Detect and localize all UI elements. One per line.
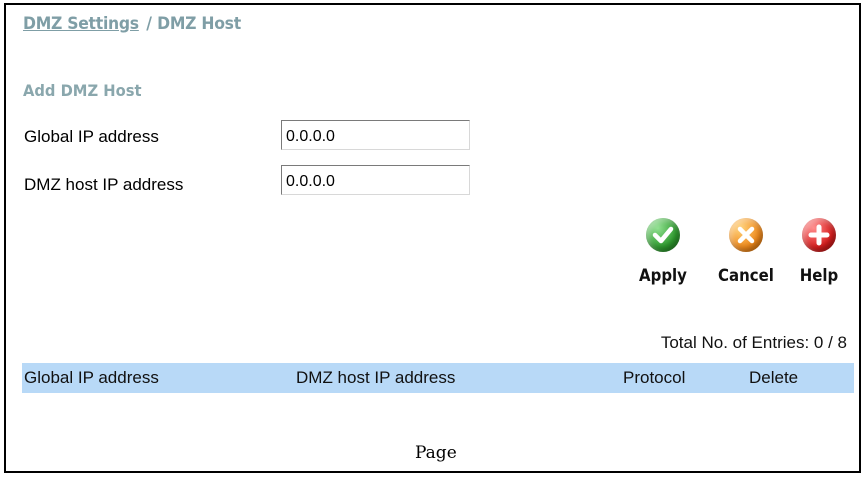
help-label: Help xyxy=(799,266,839,286)
breadcrumb-current: DMZ Host xyxy=(157,14,241,34)
global-ip-label: Global IP address xyxy=(24,127,159,146)
help-button[interactable]: Help xyxy=(790,218,848,286)
page-frame: DMZ Settings / DMZ Host Add DMZ Host Globa… xyxy=(4,3,861,473)
column-header-dmz-host-ip: DMZ host IP address xyxy=(296,368,456,387)
breadcrumb-separator: / xyxy=(146,14,152,34)
dmz-host-ip-label: DMZ host IP address xyxy=(24,175,184,194)
pager-label: Page xyxy=(415,443,457,463)
column-header-global-ip: Global IP address xyxy=(24,368,159,387)
column-header-protocol: Protocol xyxy=(623,368,686,387)
dmz-host-ip-input[interactable] xyxy=(281,165,470,195)
x-circle-icon xyxy=(729,218,763,252)
total-entries: Total No. of Entries: 0 / 8 xyxy=(660,333,847,352)
plus-circle-icon xyxy=(802,218,836,252)
check-circle-icon xyxy=(646,218,680,252)
apply-button[interactable]: Apply xyxy=(628,218,698,286)
cancel-button[interactable]: Cancel xyxy=(706,218,786,286)
column-header-delete: Delete xyxy=(749,368,799,387)
cancel-label: Cancel xyxy=(718,266,774,286)
breadcrumb-dmz-settings-link[interactable]: DMZ Settings xyxy=(23,14,139,34)
apply-label: Apply xyxy=(639,266,687,286)
table-header: Global IP address DMZ host IP address Pr… xyxy=(22,363,854,393)
global-ip-input[interactable] xyxy=(281,120,470,150)
section-title: Add DMZ Host xyxy=(23,81,142,100)
breadcrumb: DMZ Settings / DMZ Host xyxy=(23,14,241,34)
